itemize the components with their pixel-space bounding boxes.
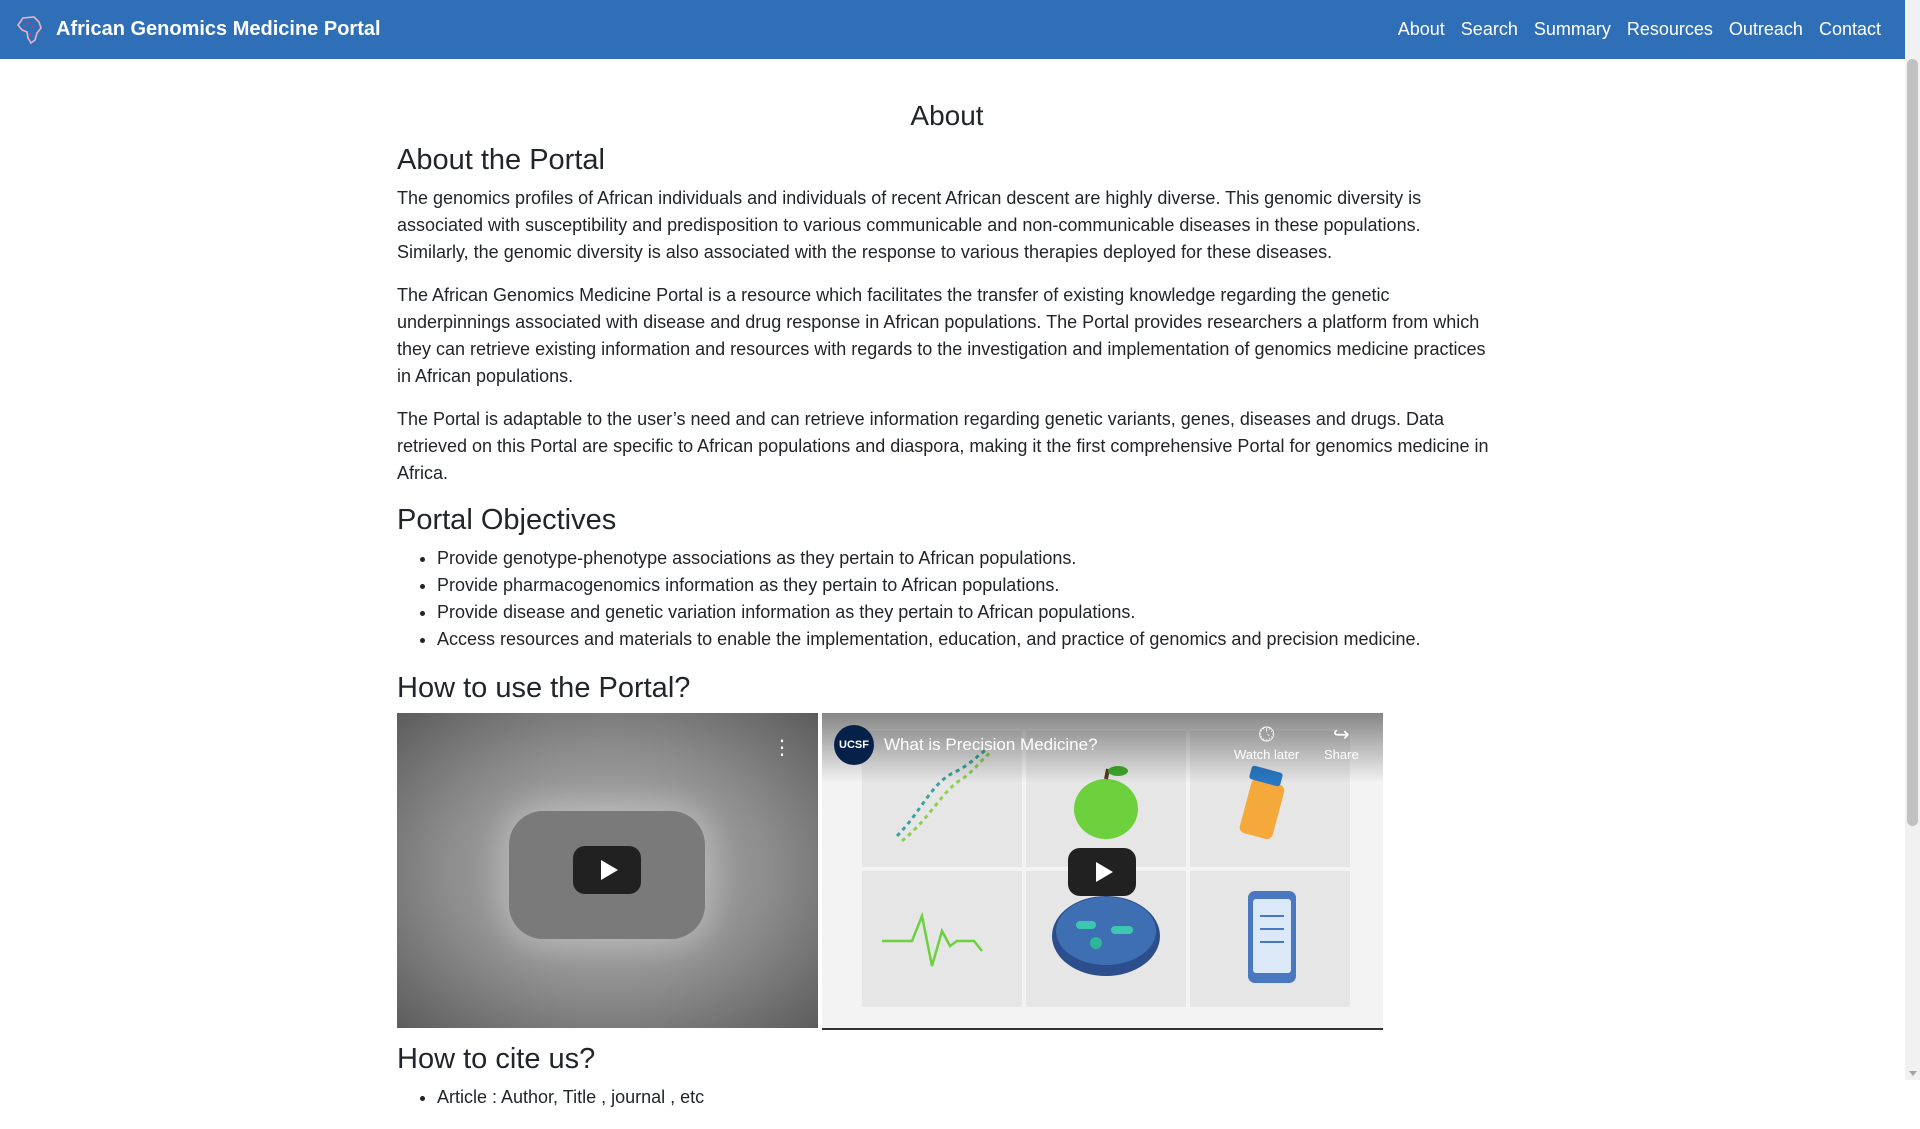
about-paragraph-1: The genomics profiles of African individ…	[397, 188, 1422, 262]
about-paragraph-3: The Portal is adaptable to the user’s ne…	[397, 409, 1489, 483]
objectives-list: Provide genotype-phenotype associations …	[397, 545, 1497, 653]
scroll-down-icon[interactable]	[1909, 1071, 1917, 1076]
brand[interactable]: African Genomics Medicine Portal	[14, 14, 381, 46]
nav-summary[interactable]: Summary	[1534, 19, 1611, 40]
about-paragraph-2: The African Genomics Medicine Portal is …	[397, 285, 1486, 386]
phone-illustration	[1190, 871, 1350, 1007]
video-player-1[interactable]: ⋮	[397, 713, 818, 1028]
nav-contact[interactable]: Contact	[1819, 19, 1881, 40]
africa-logo-icon	[16, 15, 42, 44]
scrollbar-thumb[interactable]	[1907, 59, 1918, 826]
play-icon	[1095, 862, 1113, 882]
heartbeat-illustration	[862, 871, 1022, 1007]
objectives-heading: Portal Objectives	[397, 504, 617, 536]
video-embeds: ⋮ UCSF What is Precision Medicine? 🕓︎ Wa…	[397, 713, 1497, 1030]
more-vertical-icon[interactable]: ⋮	[772, 735, 792, 760]
objective-item: Access resources and materials to enable…	[437, 626, 1497, 653]
cite-list: Article : Author, Title , journal , etc	[397, 1084, 1497, 1111]
cite-item: Article : Author, Title , journal , etc	[437, 1084, 1497, 1111]
cite-heading: How to cite us?	[397, 1043, 596, 1075]
about-heading: About the Portal	[397, 144, 605, 176]
main-content: About About the Portal The genomics prof…	[397, 59, 1497, 1129]
nav-links: About Search Summary Resources Outreach …	[1382, 19, 1881, 40]
top-navbar: African Genomics Medicine Portal About S…	[0, 0, 1905, 59]
page-title: About	[910, 100, 984, 131]
nav-search[interactable]: Search	[1461, 19, 1518, 40]
watch-later-button[interactable]: 🕓︎ Watch later	[1234, 723, 1299, 762]
share-label: Share	[1324, 747, 1359, 762]
nav-outreach[interactable]: Outreach	[1729, 19, 1803, 40]
play-icon	[600, 860, 618, 880]
watch-later-label: Watch later	[1234, 747, 1300, 762]
vertical-scrollbar[interactable]	[1905, 0, 1920, 1080]
nav-resources[interactable]: Resources	[1627, 19, 1713, 40]
channel-avatar[interactable]: UCSF	[834, 725, 874, 765]
objective-item: Provide pharmacogenomics information as …	[437, 572, 1497, 599]
video-player-2[interactable]: UCSF What is Precision Medicine? 🕓︎ Watc…	[822, 713, 1383, 1030]
objective-item: Provide genotype-phenotype associations …	[437, 545, 1497, 572]
video-title[interactable]: What is Precision Medicine?	[884, 735, 1098, 755]
objective-item: Provide disease and genetic variation in…	[437, 599, 1497, 626]
play-button[interactable]	[573, 846, 641, 894]
clock-icon: 🕓︎	[1258, 724, 1275, 746]
brand-title: African Genomics Medicine Portal	[56, 18, 381, 40]
nav-about[interactable]: About	[1398, 19, 1445, 40]
play-button[interactable]	[1068, 848, 1136, 896]
share-button[interactable]: ↪ Share	[1324, 723, 1359, 762]
howto-heading: How to use the Portal?	[397, 672, 691, 704]
share-icon: ↪	[1332, 724, 1350, 746]
